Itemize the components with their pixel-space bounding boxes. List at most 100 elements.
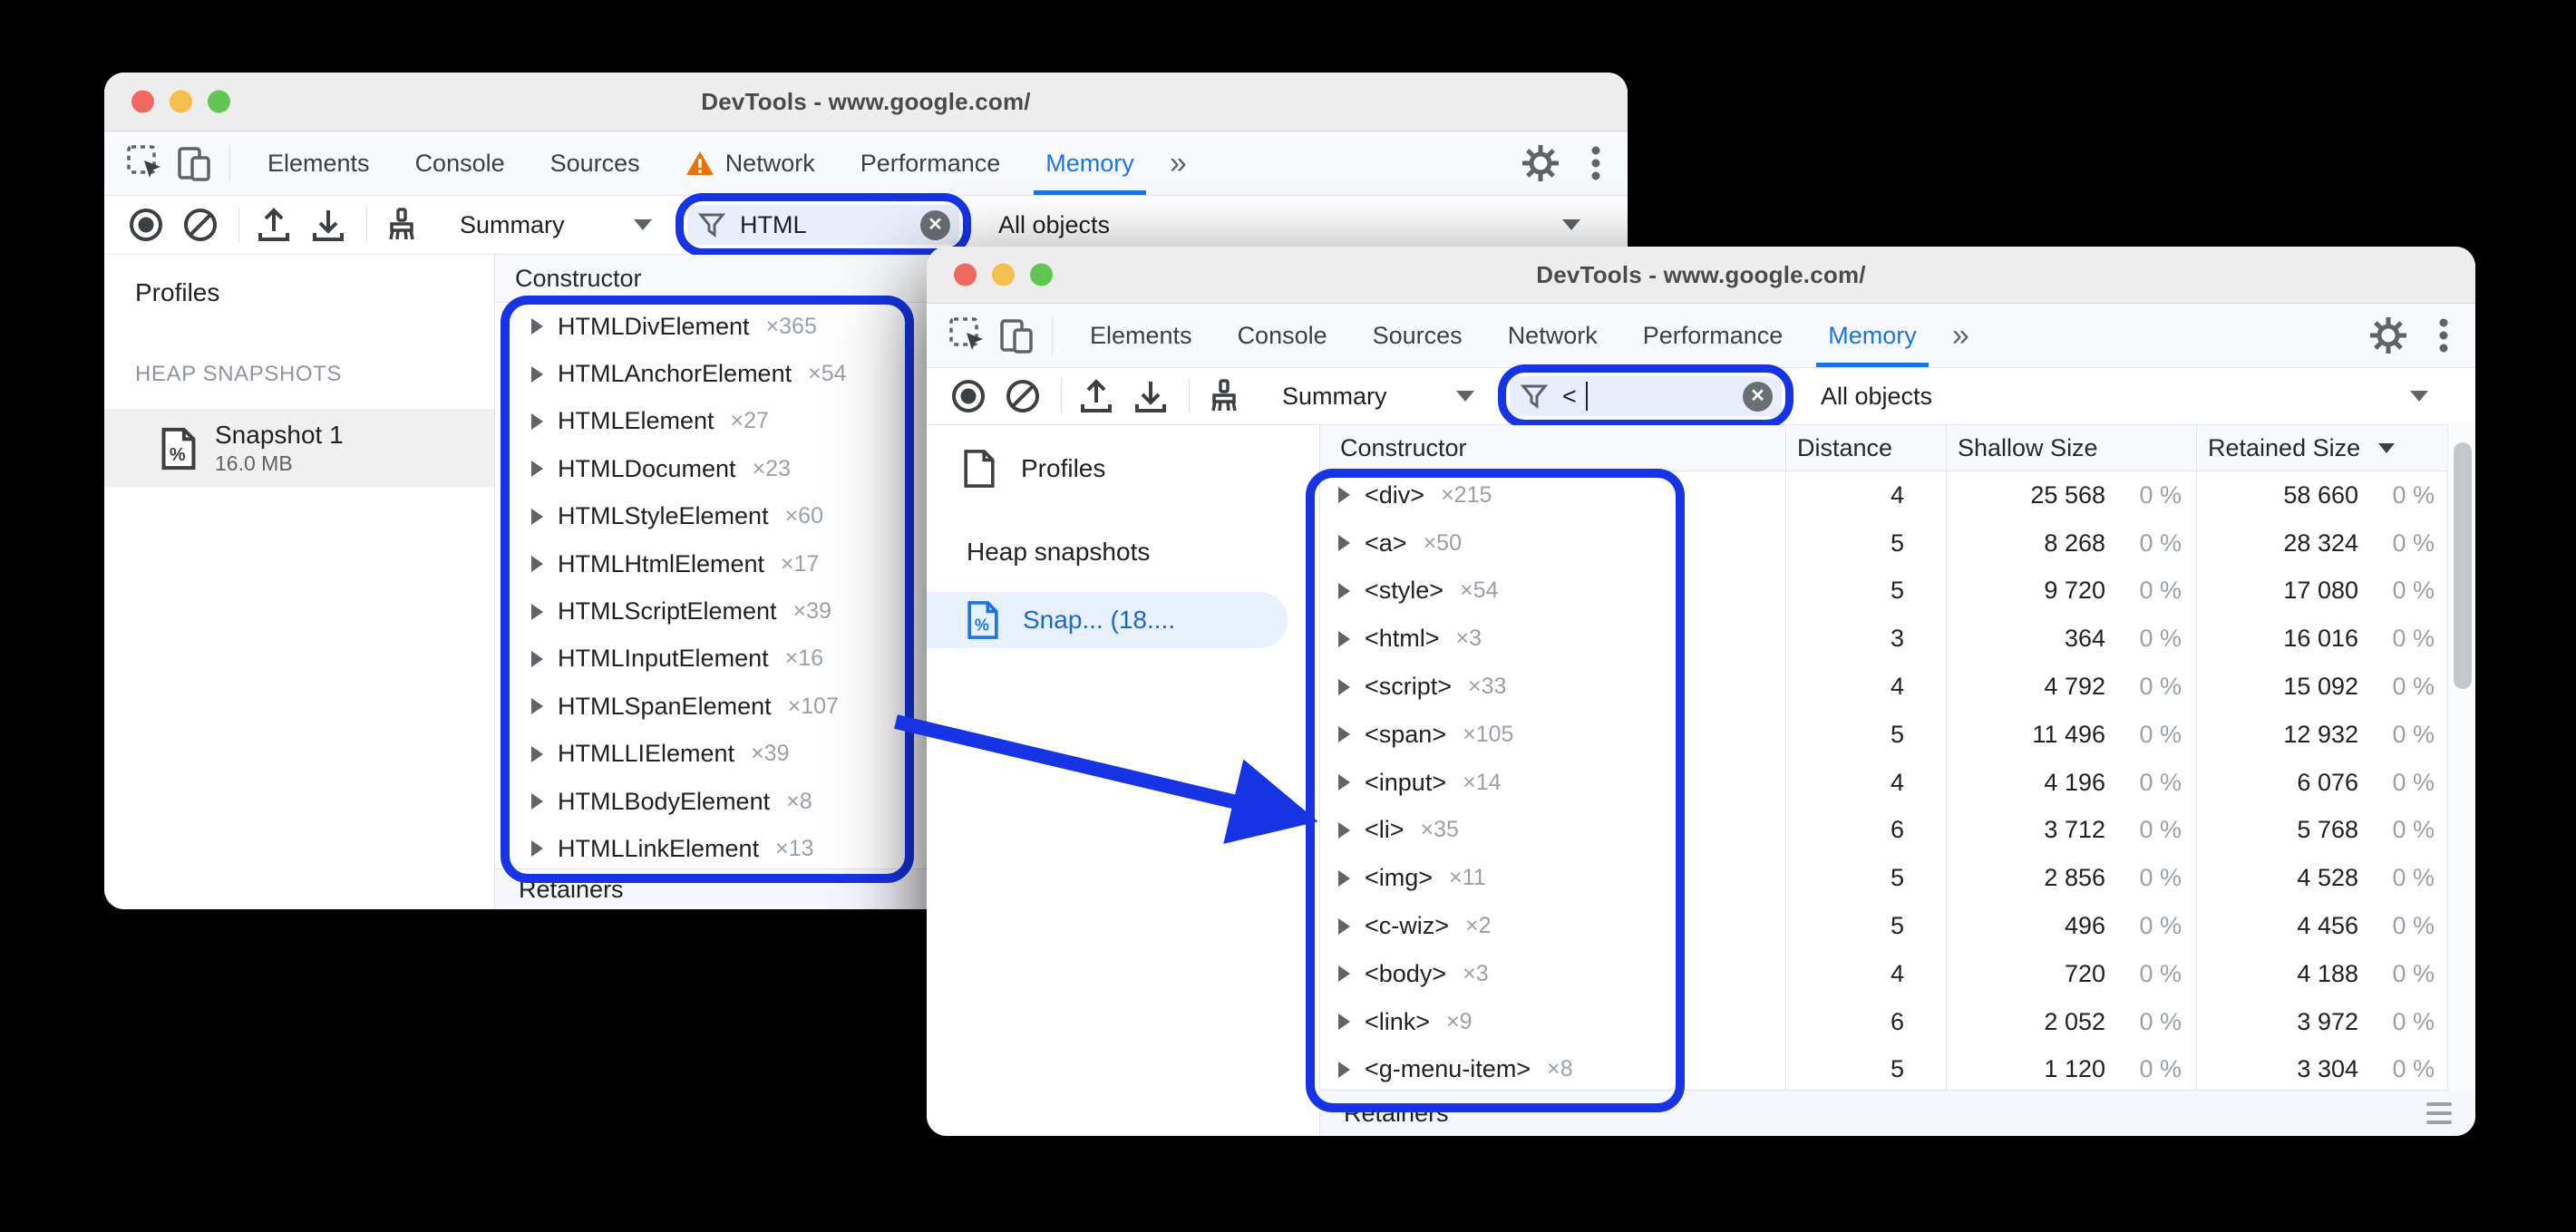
tab[interactable]: Performance (838, 131, 1024, 195)
tab[interactable]: Sources (528, 131, 663, 195)
table-row[interactable]: <html> ×3 3 364 0 % 16 016 0 % (1320, 615, 2475, 664)
table-row[interactable]: <li> ×35 6 3 712 0 % 5 768 0 % (1320, 806, 2475, 855)
distance-column-header[interactable]: Distance (1785, 425, 1946, 470)
titlebar[interactable]: DevTools - www.google.com/ (927, 247, 2475, 304)
disclosure-triangle-icon[interactable] (1338, 487, 1350, 504)
close-icon[interactable] (954, 263, 977, 286)
close-icon[interactable] (131, 90, 154, 113)
table-row[interactable]: <link> ×9 6 2 052 0 % 3 972 0 % (1320, 997, 2475, 1046)
constructor-column-header[interactable]: Constructor (495, 265, 642, 293)
snapshot-item[interactable]: % Snapshot 1 16.0 MB (104, 409, 494, 488)
disclosure-triangle-icon[interactable] (1338, 917, 1350, 935)
disclosure-triangle-icon[interactable] (1338, 1061, 1350, 1078)
clear-brush-icon[interactable] (1204, 376, 1244, 416)
device-toolbar-icon[interactable] (173, 142, 215, 184)
download-icon[interactable] (1131, 376, 1171, 416)
disclosure-triangle-icon[interactable] (1338, 582, 1350, 599)
tab[interactable]: Console (1215, 304, 1350, 367)
dropdown-caret-icon[interactable] (2410, 391, 2428, 402)
disclosure-triangle-icon[interactable] (1338, 1014, 1350, 1031)
perspective-select[interactable]: Summary (1282, 383, 1474, 411)
tab[interactable]: Performance (1620, 304, 1806, 367)
table-row[interactable]: <script> ×33 4 4 792 0 % 15 092 0 % (1320, 663, 2475, 711)
shallow-size-column-header[interactable]: Shallow Size (1946, 425, 2196, 470)
table-row[interactable]: <a> ×50 5 8 268 0 % 28 324 0 % (1320, 519, 2475, 567)
table-row[interactable]: <g-menu-item> ×8 5 1 120 0 % 3 304 0 % (1320, 1045, 2475, 1094)
record-icon[interactable] (126, 205, 166, 245)
zoom-icon[interactable] (208, 90, 230, 113)
block-icon[interactable] (180, 205, 220, 245)
object-scope-select[interactable]: All objects (1821, 383, 1932, 411)
download-icon[interactable] (308, 205, 348, 245)
clear-brush-icon[interactable] (382, 205, 422, 245)
disclosure-triangle-icon[interactable] (1338, 821, 1350, 839)
tab[interactable]: Network (663, 131, 838, 195)
table-row[interactable]: <input> ×14 4 4 196 0 % 6 076 0 % (1320, 758, 2475, 807)
record-icon[interactable] (948, 376, 988, 416)
gear-icon[interactable] (2370, 317, 2406, 354)
tab[interactable]: Elements (245, 131, 393, 195)
disclosure-triangle-icon[interactable] (1338, 630, 1350, 647)
constructor-column-header[interactable]: Constructor (1320, 434, 1785, 462)
perspective-select[interactable]: Summary (460, 211, 652, 239)
kebab-menu-icon[interactable] (2439, 317, 2448, 354)
disclosure-triangle-icon[interactable] (1338, 726, 1350, 743)
inspect-icon[interactable] (124, 142, 166, 184)
disclosure-triangle-icon[interactable] (531, 412, 543, 430)
disclosure-triangle-icon[interactable] (1338, 869, 1350, 887)
table-row[interactable]: <span> ×105 5 11 496 0 % 12 932 0 % (1320, 710, 2475, 759)
table-row[interactable]: <img> ×11 5 2 856 0 % 4 528 0 % (1320, 854, 2475, 903)
device-toolbar-icon[interactable] (996, 315, 1037, 356)
table-row[interactable]: <body> ×3 4 720 0 % 4 188 0 % (1320, 949, 2475, 998)
titlebar[interactable]: DevTools - www.google.com/ (104, 73, 1628, 131)
inspect-icon[interactable] (947, 315, 988, 356)
kebab-menu-icon[interactable] (1591, 145, 1600, 181)
zoom-icon[interactable] (1030, 263, 1053, 286)
disclosure-triangle-icon[interactable] (1338, 535, 1350, 552)
tab[interactable]: Console (393, 131, 528, 195)
class-filter-input[interactable]: < ✕ (1510, 376, 1782, 416)
disclosure-triangle-icon[interactable] (531, 650, 543, 667)
tab-label: Elements (267, 149, 370, 177)
disclosure-triangle-icon[interactable] (531, 745, 543, 762)
tab[interactable]: Sources (1350, 304, 1485, 367)
table-row[interactable]: <div> ×215 4 25 568 0 % 58 660 0 % (1320, 471, 2475, 519)
minimize-icon[interactable] (992, 263, 1015, 286)
disclosure-triangle-icon[interactable] (1338, 965, 1350, 983)
distance-value: 4 (1785, 949, 1946, 998)
disclosure-triangle-icon[interactable] (531, 793, 543, 810)
clear-filter-icon[interactable]: ✕ (920, 209, 950, 240)
disclosure-triangle-icon[interactable] (1338, 678, 1350, 695)
more-tabs-icon[interactable]: » (1939, 320, 1982, 351)
snapshot-item-selected[interactable]: % Snap... (18.... (927, 592, 1288, 648)
retained-size-column-header[interactable]: Retained Size (2196, 425, 2449, 470)
class-filter-input[interactable]: HTML ✕ (687, 205, 959, 245)
tab[interactable]: Elements (1067, 304, 1215, 367)
disclosure-triangle-icon[interactable] (531, 840, 543, 858)
disclosure-triangle-icon[interactable] (531, 556, 543, 573)
tab[interactable]: Memory (1805, 304, 1939, 367)
disclosure-triangle-icon[interactable] (531, 318, 543, 335)
disclosure-triangle-icon[interactable] (531, 698, 543, 715)
table-row[interactable]: <style> ×54 5 9 720 0 % 17 080 0 % (1320, 567, 2475, 616)
minimize-icon[interactable] (170, 90, 192, 113)
disclosure-triangle-icon[interactable] (531, 603, 543, 620)
tab[interactable]: Memory (1023, 131, 1157, 195)
dropdown-caret-icon[interactable] (1562, 219, 1580, 230)
tab[interactable]: Network (1485, 304, 1620, 367)
gear-icon[interactable] (1522, 145, 1559, 181)
more-tabs-icon[interactable]: » (1157, 148, 1200, 179)
disclosure-triangle-icon[interactable] (531, 508, 543, 525)
block-icon[interactable] (1003, 376, 1043, 416)
scrollbar-thumb[interactable] (2454, 442, 2472, 689)
disclosure-triangle-icon[interactable] (531, 461, 543, 478)
upload-icon[interactable] (1076, 376, 1116, 416)
hamburger-icon[interactable] (2426, 1102, 2452, 1124)
table-row[interactable]: <c-wiz> ×2 5 496 0 % 4 456 0 % (1320, 902, 2475, 950)
object-scope-select[interactable]: All objects (998, 211, 1110, 239)
upload-icon[interactable] (254, 205, 294, 245)
retainers-bar[interactable]: Retainers (1320, 1090, 2475, 1136)
clear-filter-icon[interactable]: ✕ (1743, 381, 1773, 412)
disclosure-triangle-icon[interactable] (1338, 774, 1350, 791)
disclosure-triangle-icon[interactable] (531, 365, 543, 383)
